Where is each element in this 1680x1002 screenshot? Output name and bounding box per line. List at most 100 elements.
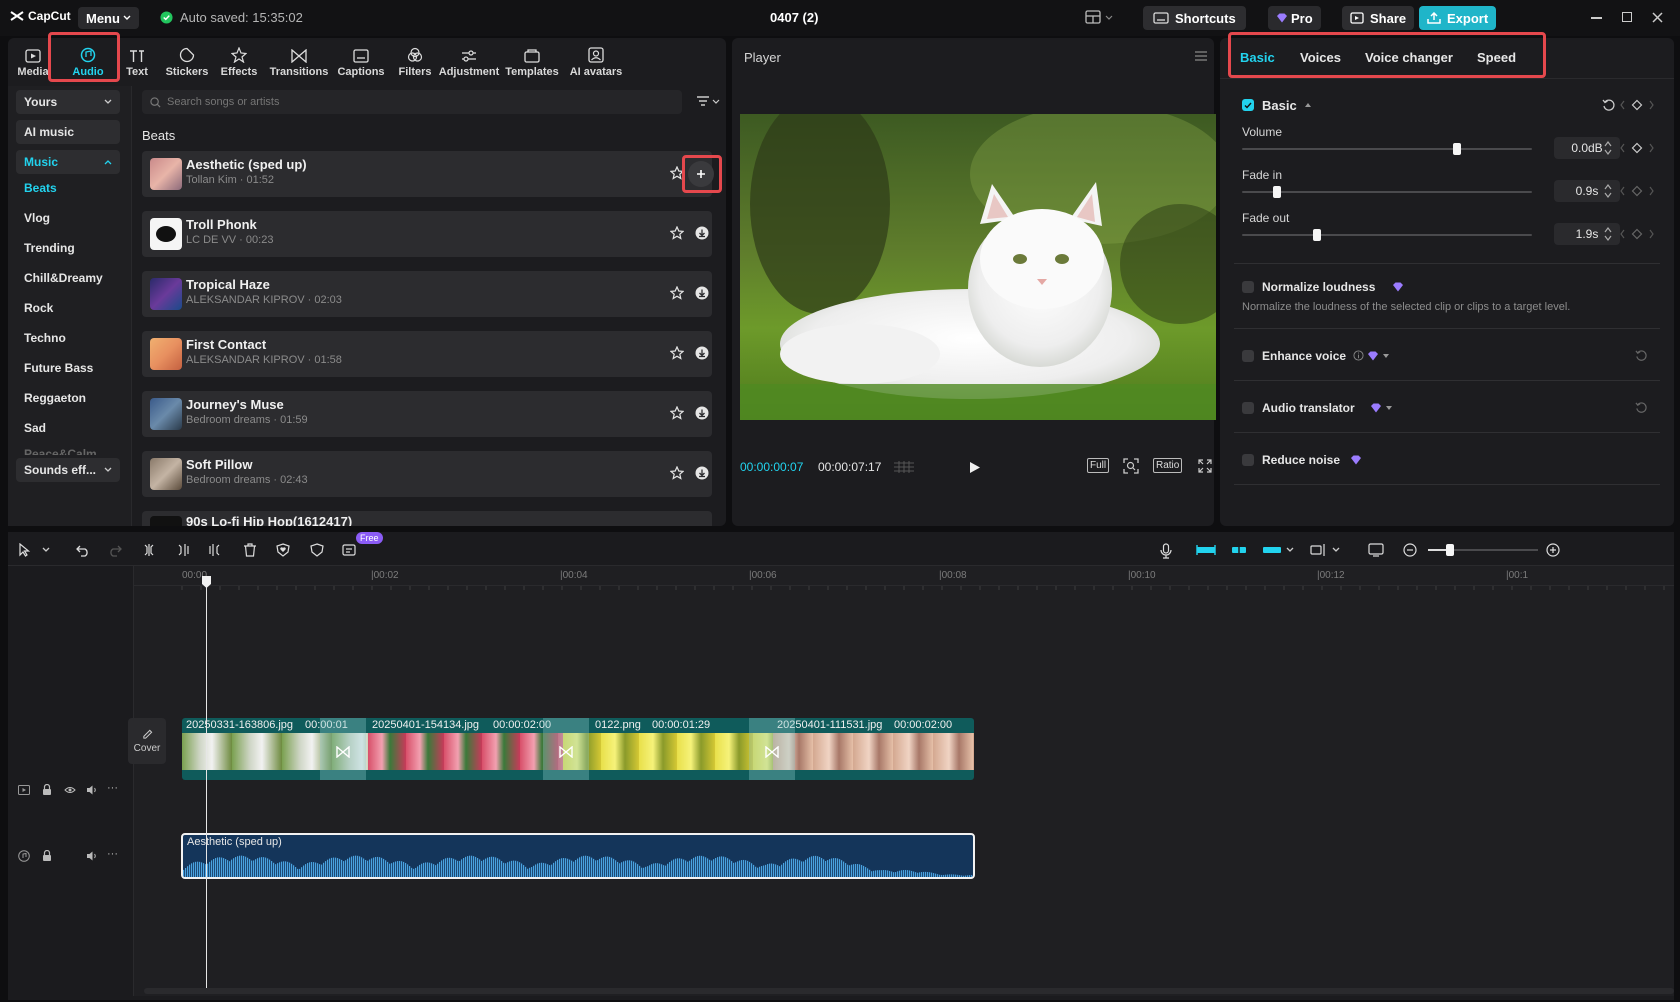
shield-icon[interactable] <box>310 543 324 557</box>
sidebar-item-rock[interactable]: Rock <box>24 301 53 315</box>
track-item[interactable]: First Contact ALEKSANDAR KIPROV · 01:58 <box>142 331 712 377</box>
keyframe-nav-icon[interactable] <box>1620 228 1654 240</box>
tab-templates[interactable]: Templates <box>504 40 560 78</box>
audio-translator-checkbox[interactable] <box>1242 402 1254 414</box>
star-icon[interactable] <box>670 406 684 420</box>
volume-slider-knob[interactable] <box>1452 143 1461 155</box>
transition-icon[interactable] <box>559 746 573 758</box>
tab-text[interactable]: Text <box>122 40 152 78</box>
more-options-icon[interactable]: ··· <box>107 848 118 860</box>
star-icon[interactable] <box>670 346 684 360</box>
fade-in-slider-knob[interactable] <box>1272 186 1281 198</box>
layout-button[interactable] <box>1085 10 1113 24</box>
audio-clip[interactable]: Aesthetic (sped up) <box>181 833 975 879</box>
zoom-slider-knob[interactable] <box>1446 544 1454 556</box>
close-icon[interactable] <box>1652 12 1663 23</box>
hamburger-icon[interactable] <box>1194 50 1208 62</box>
delete-icon[interactable] <box>243 543 257 557</box>
video-clip[interactable]: 20250401-111531.jpg 00:00:02:00 <box>773 718 974 780</box>
zoom-in-icon[interactable] <box>1546 543 1560 557</box>
ai-music-button[interactable]: AI music <box>16 120 120 144</box>
transition-icon[interactable] <box>336 746 350 758</box>
sidebar-item-peace-calm[interactable]: Peace&Calm <box>16 443 122 455</box>
magnet-icon[interactable] <box>1229 543 1249 557</box>
chevron-down-icon[interactable] <box>42 547 50 553</box>
share-button[interactable]: Share <box>1342 6 1415 30</box>
tab-stickers[interactable]: Stickers <box>164 40 210 78</box>
tab-filters[interactable]: Filters <box>398 40 432 78</box>
tab-adjustment[interactable]: Adjustment <box>438 40 500 78</box>
shortcuts-button[interactable]: Shortcuts <box>1143 6 1246 30</box>
link-clips-icon[interactable] <box>1196 543 1216 557</box>
lock-icon[interactable] <box>42 784 52 796</box>
fade-out-slider[interactable] <box>1242 229 1532 241</box>
star-icon[interactable] <box>670 466 684 480</box>
playhead-handle[interactable] <box>201 575 212 589</box>
sidebar-item-techno[interactable]: Techno <box>24 331 66 345</box>
reset-icon[interactable] <box>1635 349 1648 362</box>
tab-effects[interactable]: Effects <box>219 40 259 78</box>
shield-heart-icon[interactable] <box>276 543 290 557</box>
caret-down-icon[interactable] <box>1385 405 1393 411</box>
speaker-icon[interactable] <box>86 784 98 796</box>
sidebar-item-sad[interactable]: Sad <box>24 421 46 435</box>
play-icon[interactable] <box>969 461 981 474</box>
video-clip[interactable]: 20250401-154134.jpg 00:00:02:00 <box>368 718 563 780</box>
volume-slider[interactable] <box>1242 143 1532 155</box>
star-icon[interactable] <box>670 286 684 300</box>
normalize-checkbox[interactable] <box>1242 281 1254 293</box>
pro-button[interactable]: Pro <box>1268 6 1321 30</box>
speaker-icon[interactable] <box>86 850 98 862</box>
track-item[interactable]: Soft Pillow Bedroom dreams · 02:43 <box>142 451 712 497</box>
full-quality-button[interactable]: Full <box>1087 458 1110 473</box>
keyframe-nav-icon[interactable] <box>1620 99 1654 111</box>
reset-icon[interactable] <box>1602 98 1616 112</box>
tab-media[interactable]: Media <box>14 40 52 78</box>
star-icon[interactable] <box>670 226 684 240</box>
sidebar-item-beats[interactable]: Beats <box>24 181 57 195</box>
fade-in-slider[interactable] <box>1242 186 1532 198</box>
download-icon[interactable] <box>695 346 709 360</box>
video-track[interactable]: 20250331-163806.jpg 00:00:01 20250401-15… <box>182 718 974 780</box>
video-preview[interactable] <box>740 114 1216 420</box>
microphone-icon[interactable] <box>1160 543 1172 559</box>
redo-icon[interactable] <box>108 543 122 557</box>
fade-out-slider-knob[interactable] <box>1313 229 1322 241</box>
search-box[interactable] <box>142 90 682 114</box>
basic-checkbox[interactable] <box>1242 99 1254 111</box>
lock-icon[interactable] <box>42 850 52 862</box>
playhead[interactable] <box>206 584 207 990</box>
stepper-icon[interactable] <box>1604 140 1612 156</box>
sidebar-item-trending[interactable]: Trending <box>24 241 75 255</box>
caret-down-icon[interactable] <box>1382 353 1390 359</box>
track-item[interactable]: Tropical Haze ALEKSANDAR KIPROV · 02:03 <box>142 271 712 317</box>
auto-caption-icon[interactable] <box>342 543 358 557</box>
export-button[interactable]: Export <box>1419 6 1497 30</box>
track-item[interactable]: Aesthetic (sped up) Tollan Kim · 01:52 <box>142 151 722 197</box>
download-icon[interactable] <box>695 406 709 420</box>
sidebar-item-vlog[interactable]: Vlog <box>24 211 50 225</box>
sidebar-item-future-bass[interactable]: Future Bass <box>24 361 93 375</box>
caret-up-icon[interactable] <box>1304 102 1312 108</box>
stepper-icon[interactable] <box>1604 183 1612 199</box>
track-item[interactable]: Troll Phonk LC DE VV · 00:23 <box>142 211 712 257</box>
stepper-icon[interactable] <box>1604 226 1612 242</box>
tab-captions[interactable]: Captions <box>337 40 385 78</box>
eye-icon[interactable] <box>64 786 76 794</box>
reduce-noise-checkbox[interactable] <box>1242 454 1254 466</box>
track-item[interactable]: Journey's Muse Bedroom dreams · 01:59 <box>142 391 712 437</box>
music-category[interactable]: Music <box>16 150 120 174</box>
zoom-out-icon[interactable] <box>1403 543 1417 557</box>
chevron-down-icon[interactable] <box>1332 547 1340 553</box>
chevron-down-icon[interactable] <box>1286 547 1294 553</box>
download-icon[interactable] <box>695 466 709 480</box>
sounds-effects-dropdown[interactable]: Sounds eff... <box>16 458 120 482</box>
menu-button[interactable]: Menu <box>78 7 139 29</box>
transition-icon[interactable] <box>765 746 779 758</box>
download-icon[interactable] <box>695 226 709 240</box>
cover-button[interactable]: Cover <box>128 718 166 764</box>
fullscreen-icon[interactable] <box>1198 459 1212 473</box>
keyframe-nav-icon[interactable] <box>1620 185 1654 197</box>
zoom-slider[interactable] <box>1428 544 1538 556</box>
zoom-fit-icon[interactable] <box>1123 458 1139 474</box>
